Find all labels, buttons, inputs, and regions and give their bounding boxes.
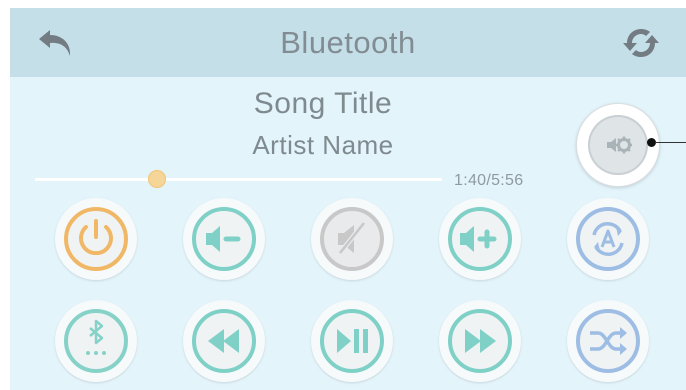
song-title: Song Title xyxy=(253,87,393,120)
shuffle-ring xyxy=(576,309,640,373)
rewind-icon xyxy=(208,329,239,353)
source-ring xyxy=(576,207,640,271)
header-bar: Bluetooth xyxy=(10,8,686,77)
power-button[interactable] xyxy=(55,198,137,280)
play-pause-icon xyxy=(337,329,368,353)
mute-button[interactable] xyxy=(311,198,393,280)
shuffle-icon xyxy=(590,327,627,355)
play-pause-button[interactable] xyxy=(311,300,393,382)
volume-up-icon xyxy=(460,226,497,252)
previous-button[interactable] xyxy=(183,300,265,382)
volume-up-button[interactable] xyxy=(439,198,521,280)
progress-thumb[interactable] xyxy=(148,170,167,188)
refresh-icon xyxy=(623,29,659,57)
progress-fill xyxy=(35,178,158,181)
refresh-button[interactable] xyxy=(621,24,661,62)
mute-icon xyxy=(338,221,366,255)
mute-ring xyxy=(320,207,384,271)
source-a-icon xyxy=(592,222,624,256)
volume-down-button[interactable] xyxy=(183,198,265,280)
volume-down-icon xyxy=(206,226,241,252)
bluetooth-pair-button[interactable] xyxy=(55,300,137,382)
page-title: Bluetooth xyxy=(280,25,416,60)
bluetooth-pair-ring xyxy=(64,309,128,373)
power-ring xyxy=(64,207,128,271)
power-icon xyxy=(79,219,113,256)
progress-slider[interactable] xyxy=(35,170,442,188)
fast-forward-icon xyxy=(465,329,496,353)
shuffle-button[interactable] xyxy=(567,300,649,382)
time-readout: 1:40/5:56 xyxy=(454,172,524,189)
artist-name: Artist Name xyxy=(252,130,394,160)
source-button[interactable] xyxy=(567,198,649,280)
next-button[interactable] xyxy=(439,300,521,382)
audio-settings-inner xyxy=(588,115,648,175)
callout-line xyxy=(655,142,686,143)
previous-ring xyxy=(192,309,256,373)
next-ring xyxy=(448,309,512,373)
play-pause-ring xyxy=(320,309,384,373)
audio-settings-icon xyxy=(607,136,632,154)
bluetooth-icon xyxy=(86,319,106,355)
volume-up-ring xyxy=(448,207,512,271)
volume-down-ring xyxy=(192,207,256,271)
